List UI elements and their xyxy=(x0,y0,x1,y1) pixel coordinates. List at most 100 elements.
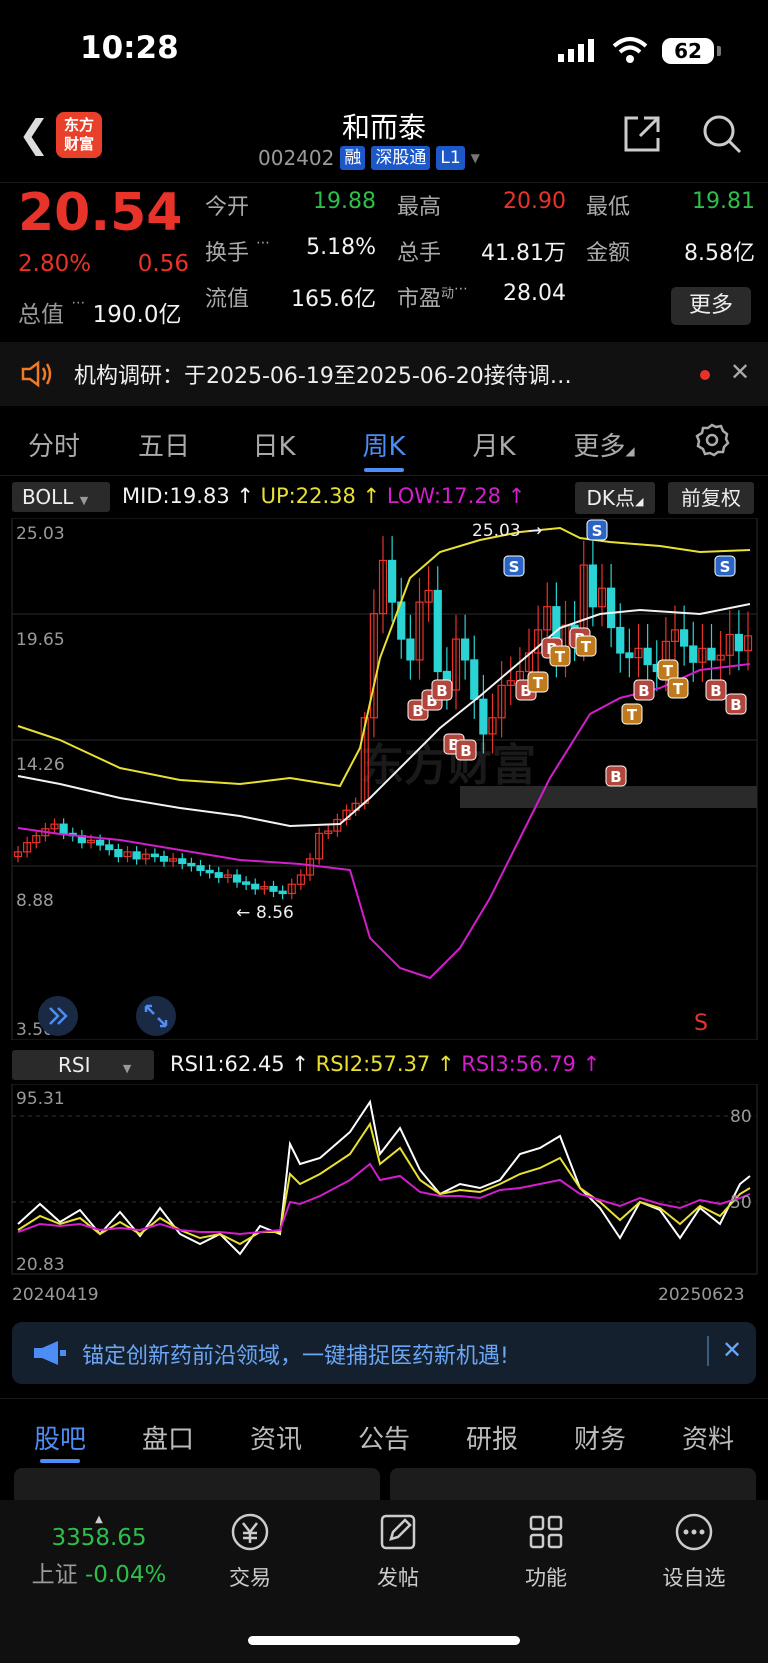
buy-marker-label: B xyxy=(730,696,741,714)
content-tabs: 股吧 盘口 资讯 公告 研报 财务 资料 xyxy=(0,1398,768,1464)
dk-point-button[interactable]: DK点◢ xyxy=(575,482,655,514)
boll-mid: MID:19.83 xyxy=(122,484,230,508)
info-icon[interactable]: ⋯ xyxy=(454,281,468,297)
dock-watchlist-label: 设自选 xyxy=(662,1566,726,1590)
close-icon[interactable]: ✕ xyxy=(730,358,750,386)
tab-five-day[interactable]: 五日 xyxy=(114,426,214,463)
fullscreen-icon[interactable] xyxy=(136,996,176,1036)
signal-icon xyxy=(558,39,594,62)
dock-function[interactable]: 功能 xyxy=(486,1510,606,1592)
index-widget[interactable]: ▲ 3358.65 上证 -0.04% xyxy=(14,1514,184,1589)
pe-value: 28.04 xyxy=(503,281,566,306)
candle-body xyxy=(689,645,698,663)
expand-left-button[interactable] xyxy=(38,996,78,1036)
float-value: 165.6亿 xyxy=(291,287,376,312)
info-icon[interactable]: ⋯ xyxy=(71,295,85,311)
high-value: 20.90 xyxy=(503,189,566,214)
tab-orderbook[interactable]: 盘口 xyxy=(114,1419,222,1456)
boll-values: MID:19.83 ↑ UP:22.38 ↑ LOW:17.28 ↑ xyxy=(122,484,526,508)
min-price-label: 8.56 xyxy=(256,903,294,923)
candle-body xyxy=(105,844,114,851)
tab-research[interactable]: 研报 xyxy=(438,1419,546,1456)
amount-value: 8.58亿 xyxy=(684,241,755,266)
min-arrow: ← xyxy=(236,903,250,923)
candle-body xyxy=(607,587,616,629)
candle-body xyxy=(616,626,625,654)
boll-name: BOLL xyxy=(22,485,74,509)
more-button[interactable]: 更多 xyxy=(671,287,751,325)
dk-label: DK点 xyxy=(586,486,636,510)
rsi-level-80: 80 xyxy=(730,1107,752,1127)
boll-up: UP:22.38 xyxy=(260,484,356,508)
candle-body xyxy=(278,890,287,895)
float-label: 流值 xyxy=(205,287,250,312)
grid-icon xyxy=(529,1515,563,1549)
axis-label-4: 8.88 xyxy=(16,891,54,911)
tag-level: L1 xyxy=(436,146,465,170)
rsi-level-50: 50 xyxy=(730,1193,752,1213)
rsi2-line xyxy=(17,1121,751,1246)
stock-code: 002402 xyxy=(258,146,335,170)
index-value: 3358.65 xyxy=(51,1525,147,1551)
sell-marker-label: S xyxy=(592,522,603,540)
promo-text[interactable]: 锚定创新药前沿领域，一键捕捉医药新机遇! xyxy=(82,1338,509,1370)
max-arrow: → xyxy=(528,521,542,541)
tab-more[interactable]: 更多◢ xyxy=(554,426,654,463)
change-amount: 0.56 xyxy=(137,251,189,277)
rsi-values: RSI1:62.45 ↑ RSI2:57.37 ↑ RSI3:56.79 ↑ xyxy=(170,1052,601,1076)
sell-marker-label: S xyxy=(509,558,520,576)
share-icon[interactable] xyxy=(620,112,664,156)
trade-marker-label: T xyxy=(555,648,566,666)
tab-monthly-k[interactable]: 月K xyxy=(444,426,544,463)
wifi-icon xyxy=(612,37,648,63)
tag-margin: 融 xyxy=(340,146,366,170)
megaphone-icon xyxy=(34,1341,66,1365)
research-notice[interactable]: 机构调研：于2025-06-19至2025-06-20接待调… ✕ xyxy=(0,342,768,406)
candle-body xyxy=(643,647,652,666)
tag-connect: 深股通 xyxy=(371,146,431,170)
tab-forum[interactable]: 股吧 xyxy=(6,1419,114,1456)
candle-body xyxy=(132,851,141,860)
tab-finance[interactable]: 财务 xyxy=(546,1419,654,1456)
notice-text[interactable]: 机构调研：于2025-06-19至2025-06-20接待调… xyxy=(74,358,664,390)
k-line-chart[interactable]: 东方财富 BBBBBBBBBBBBSSSTTTTTT 25.03 19.65 1… xyxy=(0,518,768,1040)
dock-watchlist[interactable]: 设自选 xyxy=(634,1510,754,1592)
tab-profile[interactable]: 资料 xyxy=(654,1419,762,1456)
candle-body xyxy=(242,881,251,885)
settings-gear-icon[interactable] xyxy=(694,422,730,458)
rsi-indicator-select[interactable]: RSI ▼ xyxy=(12,1050,154,1080)
stock-code-row[interactable]: 002402 融 深股通 L1 ▼ xyxy=(258,146,480,170)
rsi-header: RSI ▼ RSI1:62.45 ↑ RSI2:57.37 ↑ RSI3:56.… xyxy=(0,1046,768,1084)
turnover-label: 换手 ⋯ xyxy=(205,235,270,267)
candle-body xyxy=(707,647,716,661)
tab-weekly-k[interactable]: 周K xyxy=(334,426,434,463)
dock-post[interactable]: 发帖 xyxy=(338,1510,458,1592)
turnover-value: 5.18% xyxy=(306,235,376,260)
yuan-icon xyxy=(231,1513,269,1551)
chevron-down-icon: ▼ xyxy=(470,151,480,165)
close-icon[interactable]: ✕ xyxy=(722,1336,742,1364)
date-start: 20240419 xyxy=(12,1285,99,1305)
current-price: 20.54 xyxy=(18,183,183,243)
tab-intraday[interactable]: 分时 xyxy=(4,426,104,463)
divider xyxy=(707,1336,709,1366)
tab-news[interactable]: 资讯 xyxy=(222,1419,330,1456)
low-value: 19.81 xyxy=(692,189,755,214)
buy-marker-label: B xyxy=(610,768,621,786)
boll-indicator-select[interactable]: BOLL ▼ xyxy=(12,482,110,512)
buy-marker-label: B xyxy=(436,682,447,700)
total-cap-value: 190.0亿 xyxy=(92,302,182,328)
candle-body xyxy=(59,823,68,834)
tab-announcements[interactable]: 公告 xyxy=(330,1419,438,1456)
info-icon[interactable]: ⋯ xyxy=(256,235,270,251)
rsi-chart[interactable]: 95.31 20.83 80 50 20240419 20250623 xyxy=(0,1084,768,1308)
unread-dot xyxy=(700,370,710,380)
promo-banner[interactable]: 锚定创新药前沿领域，一键捕捉医药新机遇! ✕ xyxy=(12,1322,756,1384)
tab-daily-k[interactable]: 日K xyxy=(224,426,324,463)
dock-trade[interactable]: 交易 xyxy=(190,1510,310,1592)
search-icon[interactable] xyxy=(700,112,744,156)
candle-body xyxy=(251,883,260,890)
sell-marker-label: S xyxy=(720,558,731,576)
axis-label-2: 19.65 xyxy=(16,630,65,650)
adjust-button[interactable]: 前复权 xyxy=(668,482,754,514)
